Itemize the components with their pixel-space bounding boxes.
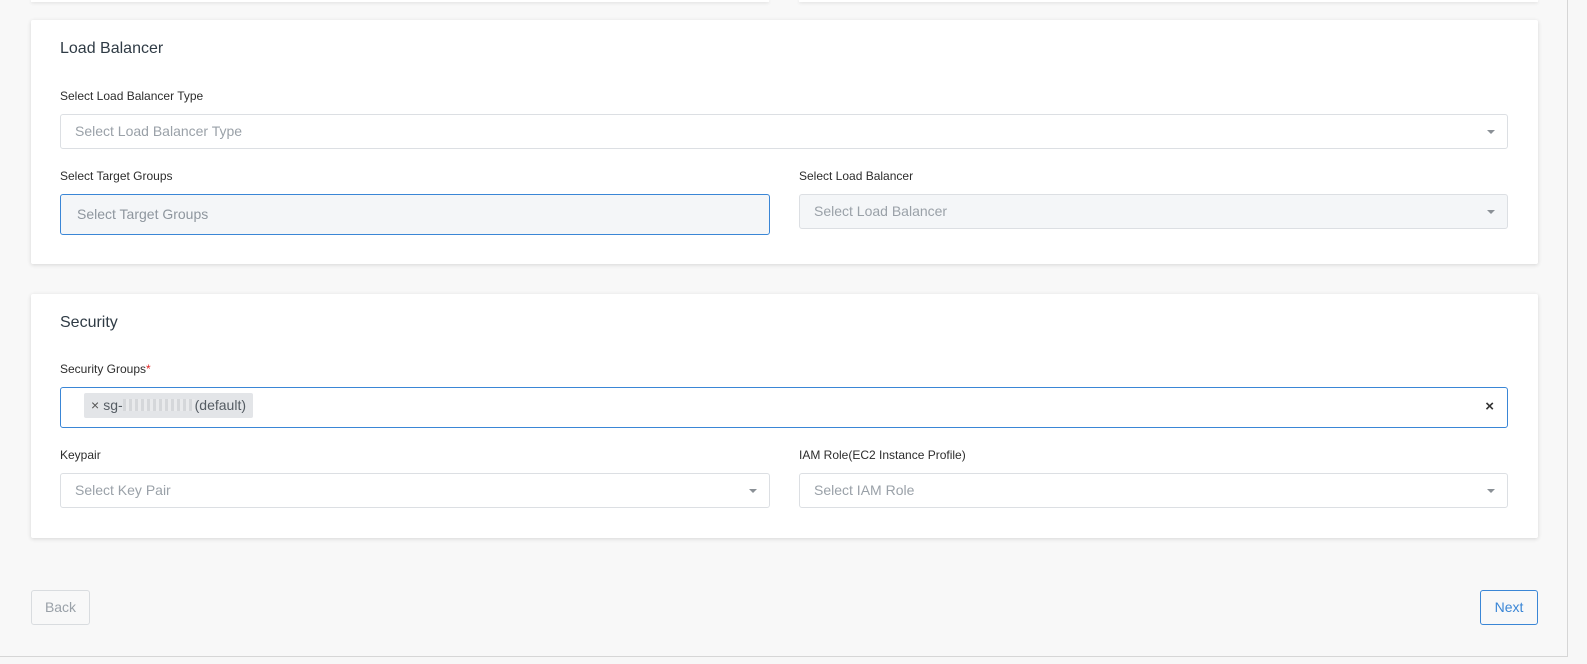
target-groups-label: Select Target Groups [60, 169, 173, 183]
chevron-down-icon [1487, 210, 1495, 214]
required-mark: * [146, 362, 151, 376]
iam-role-placeholder: Select IAM Role [814, 482, 915, 498]
security-card: Security Security Groups* × sg- (default) … [31, 294, 1538, 538]
load-balancer-label: Select Load Balancer [799, 169, 914, 183]
security-groups-label-text: Security Groups [60, 362, 147, 376]
tag-suffix: (default) [194, 397, 246, 413]
lb-type-label: Select Load Balancer Type [60, 89, 204, 103]
chevron-down-icon [749, 489, 757, 493]
chevron-down-icon [1487, 489, 1495, 493]
load-balancer-select[interactable]: Select Load Balancer [799, 194, 1508, 229]
load-balancer-card: Load Balancer Select Load Balancer Type … [31, 20, 1538, 264]
previous-card-edge [31, 0, 769, 2]
chevron-down-icon [1487, 130, 1495, 134]
clear-all-icon[interactable]: × [1485, 388, 1494, 426]
security-group-tag: × sg- (default) [84, 393, 253, 418]
previous-card-edge [799, 0, 1538, 2]
redacted-id [122, 399, 195, 412]
target-groups-input[interactable]: Select Target Groups [60, 194, 770, 235]
keypair-label: Keypair [60, 448, 101, 462]
lb-type-placeholder: Select Load Balancer Type [75, 123, 243, 139]
load-balancer-title: Load Balancer [60, 40, 164, 57]
load-balancer-placeholder: Select Load Balancer [814, 203, 948, 219]
close-icon[interactable]: × [91, 397, 99, 413]
back-button[interactable]: Back [31, 590, 90, 625]
page-frame: Load Balancer Select Load Balancer Type … [0, 0, 1568, 657]
iam-role-label: IAM Role(EC2 Instance Profile) [799, 448, 966, 462]
tag-prefix: sg- [103, 397, 123, 413]
security-title: Security [60, 314, 118, 331]
target-groups-placeholder: Select Target Groups [77, 206, 209, 222]
iam-role-select[interactable]: Select IAM Role [799, 473, 1508, 508]
keypair-placeholder: Select Key Pair [75, 482, 171, 498]
security-groups-input[interactable]: × sg- (default) × [60, 387, 1508, 428]
lb-type-select[interactable]: Select Load Balancer Type [60, 114, 1508, 149]
keypair-select[interactable]: Select Key Pair [60, 473, 770, 508]
next-button[interactable]: Next [1480, 590, 1538, 625]
security-groups-label: Security Groups* [60, 362, 151, 376]
